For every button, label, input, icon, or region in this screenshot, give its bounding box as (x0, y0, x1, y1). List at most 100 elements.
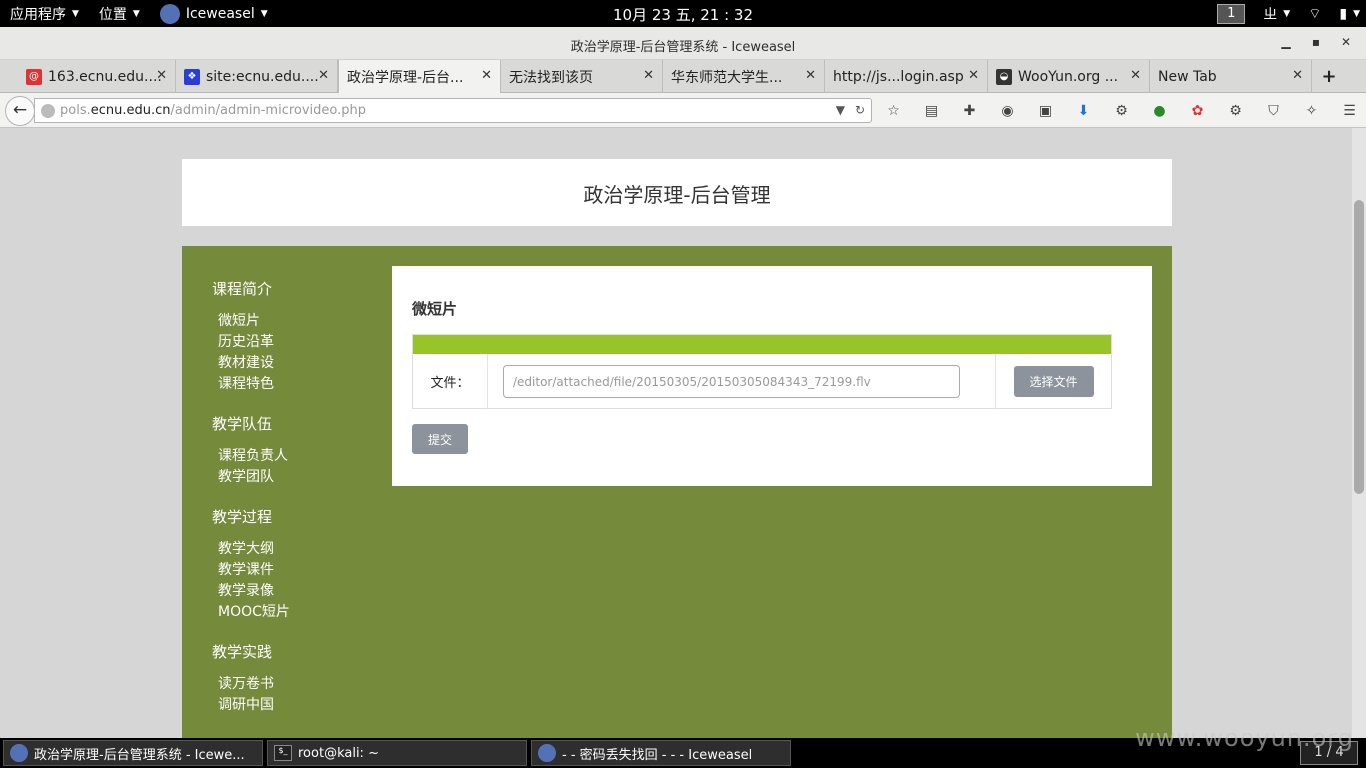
watermark-text: www.wooyun.org (1135, 724, 1354, 752)
window-title: 政治学原理-后台管理系统 - Iceweasel (570, 40, 796, 55)
sidebar-section-title[interactable]: 教学过程 (212, 506, 362, 527)
navigation-toolbar: pols.ecnu.edu.cn/admin/admin-microvideo.… (0, 93, 1366, 128)
sidebar-item[interactable]: 教材建设 (218, 353, 362, 374)
input-method-menu[interactable]: ㄓ ▼ (1263, 0, 1290, 27)
choose-file-button[interactable]: 选择文件 (1013, 366, 1094, 397)
page-viewport: 政治学原理-后台管理 课程简介 微短片 历史沿革 教材建设 课程特色 教学队伍 … (0, 128, 1352, 738)
bookmark-star-icon[interactable]: ☆ (884, 101, 903, 120)
sidebar-section: 教学实践 读万卷书 调研中国 (212, 641, 362, 716)
sidebar-item[interactable]: 课程负责人 (218, 446, 362, 467)
tab-login-asp[interactable]: http://js...login.asp ✕ (825, 60, 988, 93)
page-scrollbar[interactable] (1352, 128, 1366, 738)
sidebar-item[interactable]: 调研中国 (218, 695, 362, 716)
tab-close-icon[interactable]: ✕ (481, 68, 492, 83)
tab-close-icon[interactable]: ✕ (805, 68, 816, 83)
reader-icon[interactable]: ▣ (1036, 101, 1055, 120)
sidebar-section: 教学队伍 课程负责人 教学团队 (212, 413, 362, 488)
minimize-button[interactable]: ▁ (1274, 32, 1298, 54)
tab-label: New Tab (1158, 68, 1217, 85)
task-terminal[interactable]: $_ root@kali: ~ (267, 740, 527, 766)
wooyun-favicon-icon: ◒ (996, 68, 1012, 85)
sidebar-item[interactable]: 教学录像 (218, 581, 362, 602)
sidebar-item[interactable]: 课程特色 (218, 374, 362, 395)
close-button[interactable]: ✕ (1334, 32, 1358, 54)
tab-close-icon[interactable]: ✕ (968, 68, 979, 83)
system-menu[interactable]: ▮ ▼ (1339, 0, 1360, 27)
places-menu[interactable]: 位置 ▼ (89, 0, 150, 27)
task-label: 政治学原理-后台管理系统 - Icewe... (34, 747, 245, 763)
input-method-label: ㄓ (1263, 6, 1278, 23)
url-path: /admin/admin-microvideo.php (170, 103, 367, 118)
upload-row: 文件： 选择文件 (413, 354, 1111, 409)
sidebar-item[interactable]: 教学团队 (218, 467, 362, 488)
iceweasel-icon (10, 744, 28, 762)
site-identity-icon[interactable] (41, 103, 55, 118)
tab-wooyun[interactable]: ◒ WooYun.org ... ✕ (988, 60, 1150, 93)
sidebar-item[interactable]: MOOC短片 (218, 602, 362, 623)
url-bar[interactable]: pols.ecnu.edu.cn/admin/admin-microvideo.… (34, 98, 872, 123)
sidebar-section-title[interactable]: 教学实践 (212, 641, 362, 662)
tab-close-icon[interactable]: ✕ (156, 68, 167, 83)
new-tab-plus-icon[interactable]: + (1312, 60, 1346, 93)
tab-label: 163.ecnu.edu.... (48, 68, 162, 85)
settings-gear-icon[interactable]: ⚙ (1112, 101, 1131, 120)
app-menu-iceweasel[interactable]: Iceweasel ▼ (150, 0, 278, 27)
tab-close-icon[interactable]: ✕ (1292, 68, 1303, 83)
page-title: 政治学原理-后台管理 (583, 183, 771, 207)
back-button[interactable]: ← (5, 96, 35, 126)
gear-addon-icon[interactable]: ⚙ (1226, 101, 1245, 120)
iceweasel-icon (159, 3, 180, 24)
iceweasel-icon (538, 744, 556, 762)
upload-header-bar (413, 335, 1111, 354)
sidebar-item[interactable]: 教学课件 (218, 560, 362, 581)
caret-down-icon: ▼ (1353, 8, 1360, 19)
reload-icon[interactable]: ↻ (855, 103, 865, 117)
tab-admin-active[interactable]: 政治学原理-后台... ✕ (338, 60, 501, 93)
green-addon-icon[interactable]: ● (1150, 101, 1169, 120)
window-titlebar[interactable]: 政治学原理-后台管理系统 - Iceweasel ▁ ▪ ✕ (0, 27, 1366, 60)
hamburger-menu-icon[interactable]: ☰ (1340, 101, 1359, 120)
task-label: - - 密码丢失找回 - - - Iceweasel (562, 747, 753, 763)
addon-circle-icon[interactable]: ◉ (998, 101, 1017, 120)
download-arrow-icon[interactable]: ⬇ (1074, 101, 1093, 120)
addons-puzzle-icon[interactable]: ✚ (960, 101, 979, 120)
tab-close-icon[interactable]: ✕ (1130, 68, 1141, 83)
applications-menu[interactable]: 应用程序 ▼ (0, 0, 89, 27)
bookmarks-menu-icon[interactable]: ▤ (922, 101, 941, 120)
file-path-input[interactable] (503, 365, 960, 398)
workspace-indicator[interactable]: 1 (1217, 3, 1246, 24)
upload-form: 文件： 选择文件 (412, 334, 1112, 409)
wifi-icon[interactable]: ⌔ (1308, 5, 1321, 23)
tab-close-icon[interactable]: ✕ (643, 68, 654, 83)
scrollbar-thumb[interactable] (1354, 200, 1364, 494)
red-addon-icon[interactable]: ✿ (1188, 101, 1207, 120)
submit-button[interactable]: 提交 (412, 424, 468, 454)
url-dropdown-icon[interactable]: ▼ (836, 103, 845, 117)
file-label: 文件： (413, 354, 488, 409)
sidebar-item[interactable]: 读万卷书 (218, 674, 362, 695)
main-panel: 课程简介 微短片 历史沿革 教材建设 课程特色 教学队伍 课程负责人 教学团队 … (182, 246, 1172, 738)
sidebar-section-title[interactable]: 课程简介 (212, 278, 362, 299)
tab-strip: @ 163.ecnu.edu.... ✕ ❖ site:ecnu.edu....… (0, 60, 1366, 93)
tab-site-search[interactable]: ❖ site:ecnu.edu.... ✕ (176, 60, 338, 93)
task-iceweasel-recover[interactable]: - - 密码丢失找回 - - - Iceweasel (531, 740, 791, 766)
microvideo-card: 微短片 文件： 选择文件 提交 (392, 266, 1152, 486)
shield-icon[interactable]: ⛉ (1264, 101, 1283, 120)
maximize-button[interactable]: ▪ (1304, 32, 1328, 54)
sidebar-item[interactable]: 微短片 (218, 311, 362, 332)
terminal-icon: $_ (274, 745, 292, 761)
noscript-icon[interactable]: ✧ (1302, 101, 1321, 120)
tab-163-ecnu[interactable]: @ 163.ecnu.edu.... ✕ (18, 60, 176, 93)
sidebar-item[interactable]: 教学大纲 (218, 539, 362, 560)
tab-page-not-found[interactable]: 无法找到该页 ✕ (501, 60, 663, 93)
caret-down-icon: ▼ (260, 8, 268, 19)
sidebar-section: 课程简介 微短片 历史沿革 教材建设 课程特色 (212, 278, 362, 395)
sidebar-section-title[interactable]: 教学队伍 (212, 413, 362, 434)
tab-close-icon[interactable]: ✕ (318, 68, 329, 83)
task-iceweasel-admin[interactable]: 政治学原理-后台管理系统 - Icewe... (3, 740, 263, 766)
app-menu-label: Iceweasel (185, 5, 255, 22)
tab-ecnu-student[interactable]: 华东师范大学生... ✕ (663, 60, 825, 93)
sidebar-item[interactable]: 历史沿革 (218, 332, 362, 353)
tab-label: http://js...login.asp (833, 68, 964, 85)
tab-new-tab[interactable]: New Tab ✕ (1150, 60, 1312, 93)
